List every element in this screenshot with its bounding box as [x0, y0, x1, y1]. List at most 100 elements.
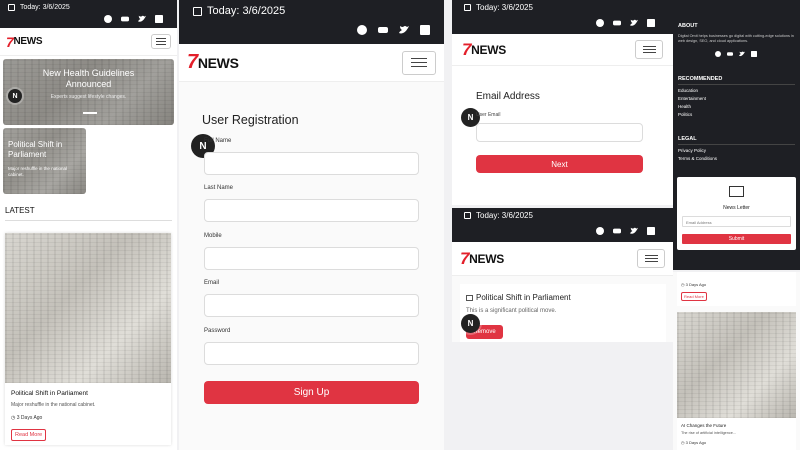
legal-divider: [678, 144, 795, 145]
date-display: Today: 3/6/2025: [464, 211, 661, 220]
email-step-title: Email Address: [476, 91, 540, 102]
avatar[interactable]: N: [461, 314, 480, 333]
ai-news-image: [677, 312, 796, 418]
date-label: Today: 3/6/2025: [476, 3, 533, 12]
navbar: 7 NEWS: [0, 28, 177, 56]
avatar[interactable]: N: [8, 89, 22, 103]
logo-seven: 7: [6, 33, 14, 50]
ai-news-title: AI Changes the Future: [681, 423, 727, 428]
calendar-icon: [464, 212, 471, 219]
twitter-icon[interactable]: [138, 15, 146, 23]
youtube-icon[interactable]: [613, 19, 621, 27]
privacy-policy-link[interactable]: Privacy Policy: [678, 148, 706, 153]
read-more-button[interactable]: Read More: [11, 429, 47, 441]
twitter-icon[interactable]: [630, 19, 638, 27]
field-label-last-name: Last Name: [204, 185, 234, 191]
clock-icon: ◷: [11, 415, 16, 421]
saved-panel: Today: 3/6/2025 7 NEWS Political Shift i…: [452, 208, 673, 342]
latest-heading: LATEST: [5, 206, 35, 215]
navbar: 7 NEWS: [452, 242, 673, 276]
top-bar: Today: 3/6/2025: [179, 0, 444, 44]
date-display: Today: 3/6/2025: [8, 4, 169, 11]
logo-text: NEWS: [469, 251, 504, 266]
right-cards-panel: ◷ 3 Days Ago Read More AI Changes the Fu…: [673, 272, 800, 450]
password-input[interactable]: [204, 342, 419, 365]
top-card-fragment: ◷ 3 Days Ago Read More: [677, 272, 796, 306]
full-name-input[interactable]: [204, 152, 419, 175]
registration-panel: Today: 3/6/2025 7 NEWS User Registration…: [179, 0, 444, 450]
field-label-mobile: Mobile: [204, 233, 222, 239]
youtube-icon[interactable]: [378, 25, 388, 35]
newsletter-submit-button[interactable]: Submit: [682, 234, 791, 244]
mobile-input[interactable]: [204, 247, 419, 270]
linkedin-icon[interactable]: [420, 25, 430, 35]
twitter-icon[interactable]: [630, 227, 638, 235]
terms-link[interactable]: Terms & Conditions: [678, 156, 717, 161]
clock-icon: ◷: [681, 282, 685, 287]
youtube-icon[interactable]: [121, 15, 129, 23]
recommended-link-politics[interactable]: Politics: [678, 112, 692, 117]
saved-item-title: Political Shift in Parliament: [476, 293, 571, 302]
recommended-link-entertainment[interactable]: Entertainment: [678, 96, 706, 101]
screenshot-root: Today: 3/6/2025 7 NEWS New Health Guidel…: [0, 0, 800, 450]
newsletter-box: News Letter Email Address Submit: [677, 177, 796, 250]
facebook-icon[interactable]: [357, 25, 367, 35]
clock-icon: ◷: [681, 440, 685, 445]
user-email-label: User Email: [476, 112, 501, 118]
saved-item-card: Political Shift in Parliament This is a …: [460, 284, 666, 342]
ai-news-desc: The rise of artificial intelligence...: [681, 431, 737, 435]
facebook-icon[interactable]: [596, 19, 604, 27]
site-logo[interactable]: 7 NEWS: [6, 33, 43, 50]
date-label: Today: 3/6/2025: [207, 5, 286, 17]
second-slide-subtitle: Major reshuffle in the national cabinet.: [8, 166, 67, 177]
twitter-icon[interactable]: [399, 25, 409, 35]
second-slide[interactable]: Political Shift in Parliament Major resh…: [3, 128, 86, 194]
site-logo[interactable]: 7 NEWS: [460, 249, 504, 269]
facebook-icon[interactable]: [596, 227, 604, 235]
twitter-icon[interactable]: [739, 51, 745, 57]
menu-toggle-button[interactable]: [402, 50, 436, 75]
about-heading: ABOUT: [678, 23, 698, 29]
menu-toggle-button[interactable]: [151, 34, 171, 49]
linkedin-icon[interactable]: [155, 15, 163, 23]
news-card-time: ◷ 3 Days Ago: [11, 415, 43, 421]
hero-slide[interactable]: New Health Guidelines Announced Experts …: [3, 59, 174, 125]
facebook-icon[interactable]: [715, 51, 721, 57]
menu-toggle-button[interactable]: [637, 249, 665, 268]
date-display: Today: 3/6/2025: [193, 5, 430, 17]
recommended-heading: RECOMMENDED: [678, 76, 723, 82]
logo-text: NEWS: [471, 42, 506, 57]
date-display: Today: 3/6/2025: [464, 3, 661, 12]
facebook-icon[interactable]: [104, 15, 112, 23]
ai-news-card[interactable]: AI Changes the Future The rise of artifi…: [677, 312, 796, 450]
last-name-input[interactable]: [204, 199, 419, 222]
hero-subtitle: Experts suggest lifestyle changes.: [50, 94, 127, 100]
home-panel: Today: 3/6/2025 7 NEWS New Health Guidel…: [0, 0, 177, 450]
about-text: Digital Omit helps businesses go digital…: [678, 34, 794, 43]
youtube-icon[interactable]: [727, 51, 733, 57]
logo-text: NEWS: [13, 36, 43, 47]
next-button[interactable]: Next: [476, 155, 643, 173]
site-logo[interactable]: 7 NEWS: [462, 40, 506, 60]
youtube-icon[interactable]: [613, 227, 621, 235]
email-step-panel: Today: 3/6/2025 7 NEWS Email Address N U…: [452, 0, 673, 205]
carousel-indicator[interactable]: [83, 112, 97, 114]
latest-divider: [5, 220, 172, 221]
read-more-button[interactable]: Read More: [681, 292, 707, 301]
navbar: 7 NEWS: [179, 44, 444, 82]
recommended-link-health[interactable]: Health: [678, 104, 691, 109]
date-label: Today: 3/6/2025: [476, 211, 533, 220]
field-label-email: Email: [204, 280, 220, 286]
site-logo[interactable]: 7 NEWS: [187, 51, 239, 74]
user-email-input[interactable]: [476, 123, 643, 142]
linkedin-icon[interactable]: [751, 51, 757, 57]
linkedin-icon[interactable]: [647, 19, 655, 27]
sign-up-button[interactable]: Sign Up: [204, 381, 419, 404]
menu-toggle-button[interactable]: [635, 40, 663, 59]
newsletter-email-input[interactable]: Email Address: [682, 216, 791, 227]
linkedin-icon[interactable]: [647, 227, 655, 235]
saved-item-title-row: Political Shift in Parliament: [466, 293, 571, 302]
news-card[interactable]: Political Shift in Parliament Major resh…: [5, 233, 171, 445]
email-input[interactable]: [204, 294, 419, 317]
recommended-link-education[interactable]: Education: [678, 88, 698, 93]
